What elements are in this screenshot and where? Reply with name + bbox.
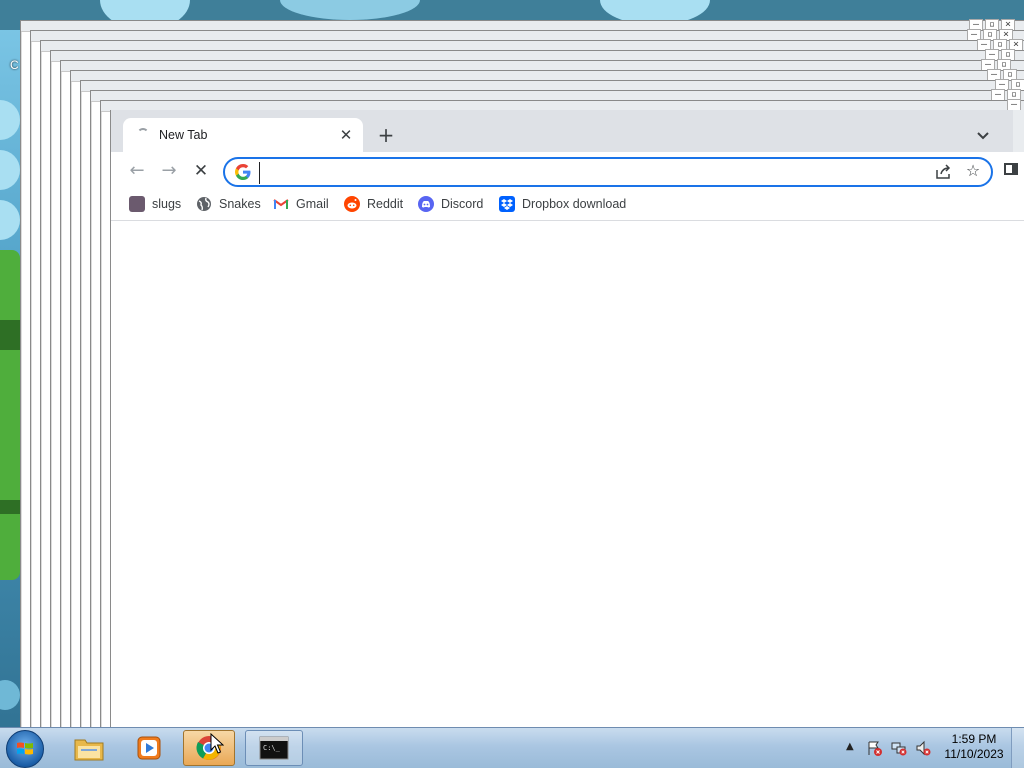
back-button[interactable]: ← [125,160,149,182]
folder-icon [74,739,104,761]
close-tab-icon[interactable]: ✕ [337,126,355,144]
clock-time: 1:59 PM [951,732,997,746]
taskbar-file-explorer[interactable] [60,730,118,766]
windows-logo-icon [17,742,33,755]
address-input[interactable] [259,162,924,184]
bookmark-dropbox-download[interactable]: Dropbox download [499,194,626,214]
chevron-down-icon [977,132,989,140]
clock-date: 11/10/2023 [944,747,1004,761]
page-content [111,221,1024,728]
bookmark-star-icon[interactable]: ☆ [963,161,983,181]
bookmark-label: Reddit [367,197,404,211]
discord-favicon-icon [418,196,434,212]
forward-button[interactable]: → [157,160,181,182]
network-icon[interactable] [891,740,907,756]
system-clock[interactable]: 1:59 PM 11/10/2023 [938,732,1010,762]
address-bar[interactable]: ☆ [223,157,993,187]
window-controls-edge [1013,110,1024,152]
start-button[interactable] [6,730,44,768]
bookmark-label: Snakes [219,197,261,211]
bookmark-gmail[interactable]: Gmail [273,194,329,214]
gmail-favicon-icon [273,199,289,209]
taskbar: C:\_ ▲ 1:59 PM 11/10/2023 [0,727,1024,768]
action-center-flag-icon[interactable] [866,740,882,756]
media-player-icon [137,736,161,760]
show-desktop-button[interactable] [1011,728,1024,768]
bookmark-slugs[interactable]: slugs [129,194,181,214]
bookmarks-bar: slugs Snakes Gmail Reddit Discord Dropbo… [111,188,1024,221]
bookmark-snakes[interactable]: Snakes [196,194,261,214]
bookmark-label: Gmail [296,197,329,211]
share-icon[interactable] [933,162,953,182]
bookmark-label: slugs [152,197,182,211]
bookmark-discord[interactable]: Discord [418,194,483,214]
desktop-icon-label[interactable]: C [10,58,19,72]
google-icon [235,164,251,180]
tab-title: New Tab [159,128,208,142]
side-panel-icon[interactable] [1004,163,1018,175]
tab-search-button[interactable] [973,126,993,146]
reddit-favicon-icon [344,196,360,212]
bookmark-label: Dropbox download [522,197,627,211]
browser-window: New Tab ✕ + ← → ✕ ☆ slugs Snakes Gmail R… [110,110,1024,728]
bookmark-label: Discord [441,197,484,211]
tab-new-tab[interactable]: New Tab ✕ [123,118,363,152]
taskbar-media-player[interactable] [120,730,178,766]
stop-loading-button[interactable]: ✕ [189,160,213,182]
bookmark-reddit[interactable]: Reddit [344,194,403,214]
dropbox-favicon-icon [499,196,515,212]
cmd-icon: C:\_ [259,736,289,760]
taskbar-command-prompt[interactable]: C:\_ [245,730,303,766]
tab-strip: New Tab ✕ + [111,110,1024,152]
volume-muted-icon[interactable] [915,740,931,756]
show-hidden-icons-button[interactable]: ▲ [846,741,854,752]
globe-favicon-icon [197,197,211,211]
svg-text:C:\_: C:\_ [263,744,281,752]
loading-spinner-icon [137,128,149,140]
slug-favicon-icon [129,196,145,212]
new-tab-button[interactable]: + [375,124,397,146]
taskbar-chrome[interactable] [183,730,235,766]
browser-toolbar: ← → ✕ ☆ [111,152,1024,188]
mouse-cursor-icon [210,733,224,754]
